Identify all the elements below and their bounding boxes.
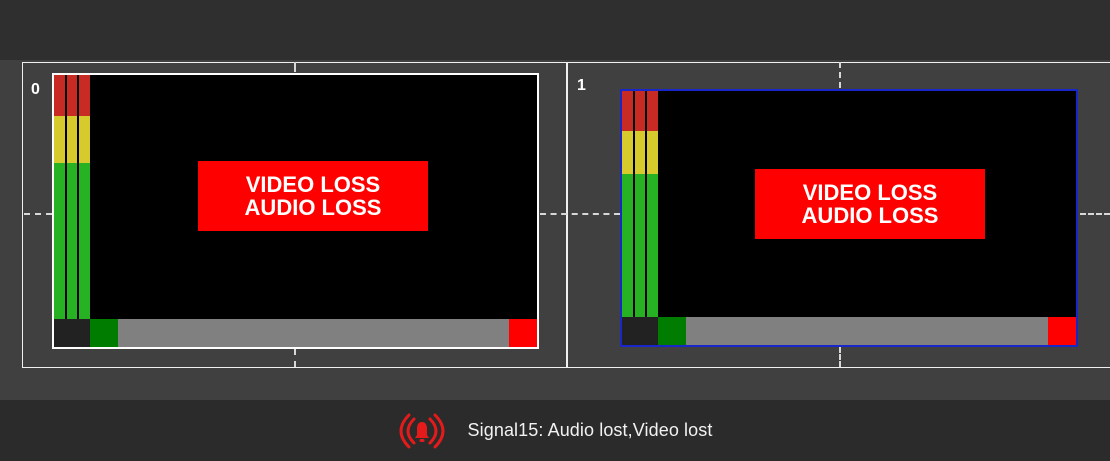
cell-index-label: 1 [577,77,586,94]
audio-meter-0 [54,75,91,319]
video-loss-text: VIDEO LOSS [245,171,381,197]
audio-meter-channel [647,91,659,317]
video-monitor-1[interactable]: VIDEO LOSS AUDIO LOSS [620,89,1078,347]
strip-black-segment [54,319,90,347]
status-message: Signal15: Audio lost,Video lost [467,420,713,440]
strip-red-segment [509,319,537,347]
vertical-guide-bottom-right [839,347,841,367]
cell-index-label: 0 [31,81,40,98]
monitor-status-strip [622,317,1076,345]
audio-meter-channel [54,75,65,319]
alarm-status-bar: Signal15: Audio lost,Video lost [0,400,1110,461]
audio-meter-1 [622,91,659,317]
strip-green-segment [658,317,686,345]
horizontal-guide-right [1080,213,1110,215]
video-loss-text: VIDEO LOSS [802,179,938,205]
signal-loss-badge: VIDEO LOSS AUDIO LOSS [198,161,428,231]
audio-loss-text: AUDIO LOSS [244,195,382,220]
alarm-bell-icon [399,413,445,448]
strip-gray-segment [686,317,1048,345]
strip-black-segment [622,317,658,345]
audio-meter-channel [66,75,78,319]
video-monitor-0[interactable]: VIDEO LOSS AUDIO LOSS [52,73,539,349]
top-strip [0,0,1110,60]
vertical-guide-top-left [294,62,296,72]
vertical-guide-bottom-left [294,349,296,367]
vertical-guide-top-right [839,62,841,88]
audio-loss-text: AUDIO LOSS [801,203,939,228]
audio-meter-channel [634,91,646,317]
signal-loss-badge: VIDEO LOSS AUDIO LOSS [755,169,985,239]
audio-meter-channel [79,75,91,319]
horizontal-guide-left [24,213,52,215]
horizontal-guide-middle [540,213,620,215]
audio-meter-channel [622,91,633,317]
strip-green-segment [90,319,118,347]
monitor-status-strip [54,319,537,347]
strip-red-segment [1048,317,1076,345]
strip-gray-segment [118,319,509,347]
multiviewer-screen: 0 1 VIDEO LOSS AUDIO LOSS VIDEO LOSS AUD… [0,0,1110,461]
